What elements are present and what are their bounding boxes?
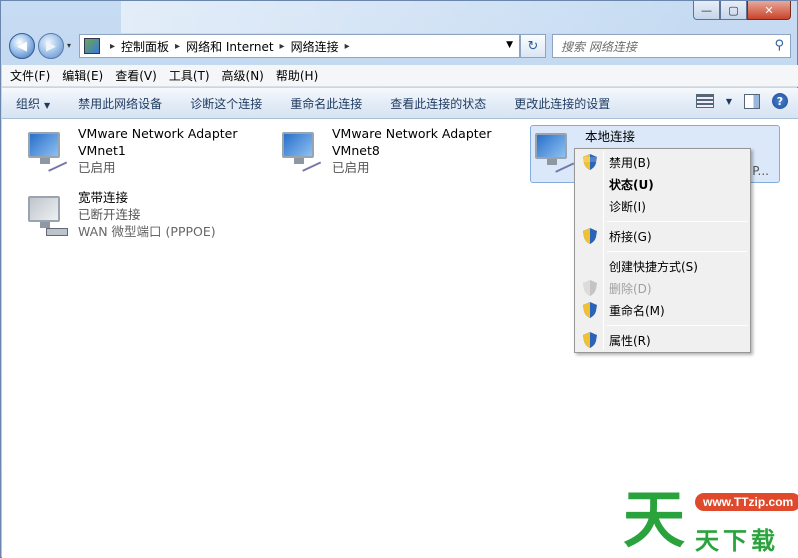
connection-device: VMnet8 [332,143,380,158]
breadcrumb-network-internet[interactable]: 网络和 Internet [186,38,273,55]
search-icon[interactable]: ⚲ [774,38,784,53]
menu-item-label: 创建快捷方式(S) [609,259,698,274]
menu-item-bridge[interactable]: 桥接(G) [577,225,748,247]
view-controls: ▼ ? [695,93,788,109]
network-adapter-icon [278,128,326,176]
menu-edit[interactable]: 编辑(E) [62,67,103,84]
context-menu: 禁用(B) 状态(U) 诊断(I) 桥接(G) 创建快捷方式(S) 删除(D) … [574,148,751,353]
connection-status: 已断开连接 [78,207,141,222]
chevron-down-icon[interactable]: ▼ [726,97,732,106]
caption-buttons: — ▢ ✕ [693,1,791,20]
menu-item-rename[interactable]: 重命名(M) [577,299,748,321]
connection-name: VMware Network Adapter [332,126,492,141]
breadcrumb-separator[interactable]: ▸ [175,41,180,52]
back-button[interactable]: ◀ [9,33,35,59]
change-settings-button[interactable]: 更改此连接的设置 [514,95,610,112]
uac-shield-icon [583,280,597,296]
uac-shield-icon [583,332,597,348]
menu-item-label: 删除(D) [609,281,652,296]
navigation-row: ◀ ▶ ▾ ▸ 控制面板 ▸ 网络和 Internet ▸ 网络连接 ▸ ▼ ↻… [9,32,791,60]
connection-item-broadband[interactable]: 宽带连接 已断开连接 WAN 微型端口 (PPPOE) [24,189,254,245]
uac-shield-icon [583,228,597,244]
menu-item-label: 属性(R) [609,333,651,348]
watermark-url: www.TTzip.com [695,493,798,511]
menu-file[interactable]: 文件(F) [10,67,50,84]
menu-separator [607,325,747,326]
menu-separator [607,221,747,222]
connection-device: WAN 微型端口 (PPPOE) [78,224,216,239]
menu-item-label: 状态(U) [609,177,654,192]
menu-item-label: 诊断(I) [609,199,646,214]
connection-item-vmnet1[interactable]: VMware Network Adapter VMnet1 已启用 [24,125,254,181]
connection-status: 已启用 [78,160,116,175]
breadcrumb-network-connections[interactable]: 网络连接 [291,38,339,55]
menu-separator [607,251,747,252]
menu-item-status[interactable]: 状态(U) [577,173,748,195]
connection-device-truncated: P... [752,164,769,178]
connection-name: 本地连接 [585,129,636,144]
menu-help[interactable]: 帮助(H) [276,67,318,84]
uac-shield-icon [583,154,597,170]
menu-item-label: 禁用(B) [609,155,651,170]
diagnose-connection-button[interactable]: 诊断这个连接 [190,95,262,112]
watermark-logo-char: 天 [623,483,686,556]
search-input[interactable]: 搜索 网络连接 ⚲ [552,34,791,58]
disable-device-button[interactable]: 禁用此网络设备 [78,95,162,112]
connection-status: 已启用 [332,160,370,175]
watermark-text: 天下载 [695,527,779,555]
menu-item-properties[interactable]: 属性(R) [577,329,748,351]
command-bar: 组织 ▼ 禁用此网络设备 诊断这个连接 重命名此连接 查看此连接的状态 更改此连接… [2,88,798,119]
explorer-window: — ▢ ✕ ◀ ▶ ▾ ▸ 控制面板 ▸ 网络和 Internet ▸ 网络连接… [0,0,798,558]
network-adapter-icon [24,128,72,176]
network-adapter-icon [531,129,579,177]
menu-view[interactable]: 查看(V) [115,67,157,84]
rename-connection-button[interactable]: 重命名此连接 [290,95,362,112]
minimize-button[interactable]: — [693,1,720,20]
breadcrumb-control-panel[interactable]: 控制面板 [121,38,169,55]
organize-label: 组织 [16,96,41,111]
preview-pane-icon[interactable] [744,93,760,109]
connection-name: 宽带连接 [78,190,129,205]
breadcrumb-separator[interactable]: ▸ [345,41,350,52]
connection-item-vmnet8[interactable]: VMware Network Adapter VMnet8 已启用 [278,125,508,181]
refresh-button[interactable]: ↻ [520,34,546,58]
menu-item-disable[interactable]: 禁用(B) [577,151,748,173]
uac-shield-icon [583,302,597,318]
broadband-modem-icon [24,192,72,240]
address-bar[interactable]: ▸ 控制面板 ▸ 网络和 Internet ▸ 网络连接 ▸ ▼ [79,34,520,58]
maximize-button[interactable]: ▢ [720,1,747,20]
chevron-down-icon: ▼ [44,100,51,110]
title-bar-background [121,1,681,33]
menu-item-delete: 删除(D) [577,277,748,299]
connection-device: VMnet1 [78,143,126,158]
menu-item-create-shortcut[interactable]: 创建快捷方式(S) [577,255,748,277]
menu-advanced[interactable]: 高级(N) [222,67,264,84]
help-icon[interactable]: ? [772,93,788,109]
site-watermark: 天 www.TTzip.com 天下载 [623,485,798,558]
change-view-icon[interactable] [695,94,714,108]
breadcrumb-separator[interactable]: ▸ [110,41,115,52]
control-panel-icon [84,38,100,54]
recent-pages-dropdown[interactable]: ▾ [67,41,76,50]
close-button[interactable]: ✕ [747,1,791,20]
menu-tools[interactable]: 工具(T) [169,67,210,84]
menu-item-label: 桥接(G) [609,229,652,244]
forward-button[interactable]: ▶ [38,33,64,59]
view-status-button[interactable]: 查看此连接的状态 [390,95,486,112]
connection-name: VMware Network Adapter [78,126,238,141]
address-dropdown-icon[interactable]: ▼ [506,40,513,50]
organize-button[interactable]: 组织 ▼ [16,95,50,112]
search-placeholder: 搜索 网络连接 [561,39,637,54]
menu-item-diagnose[interactable]: 诊断(I) [577,195,748,217]
menu-bar: 文件(F) 编辑(E) 查看(V) 工具(T) 高级(N) 帮助(H) [2,65,798,87]
breadcrumb-separator[interactable]: ▸ [280,41,285,52]
menu-item-label: 重命名(M) [609,303,665,318]
